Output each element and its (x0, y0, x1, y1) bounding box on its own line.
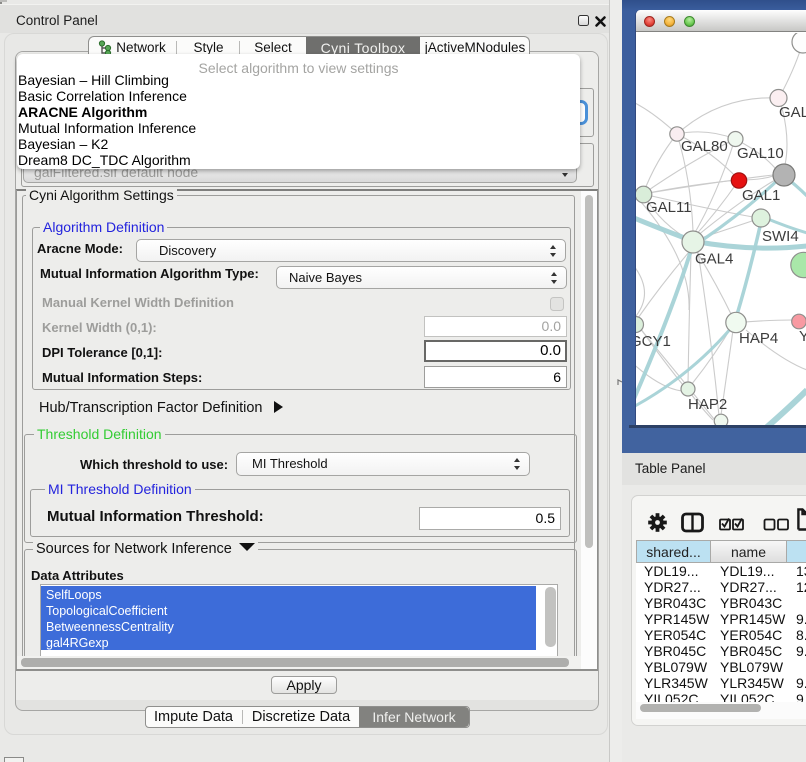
svg-text:HAP2: HAP2 (688, 396, 727, 413)
svg-text:GAL11: GAL11 (646, 199, 692, 216)
svg-text:YM: YM (799, 328, 806, 345)
svg-text:GAL80: GAL80 (681, 138, 728, 155)
svg-text:GCY1: GCY1 (636, 333, 671, 350)
svg-text:GAL4: GAL4 (695, 251, 733, 268)
svg-text:HAP4: HAP4 (739, 330, 778, 347)
svg-text:GAL7: GAL7 (779, 104, 806, 121)
svg-text:GAL1: GAL1 (742, 187, 780, 204)
svg-text:GAL10: GAL10 (737, 145, 784, 162)
svg-text:SWI4: SWI4 (762, 228, 799, 245)
